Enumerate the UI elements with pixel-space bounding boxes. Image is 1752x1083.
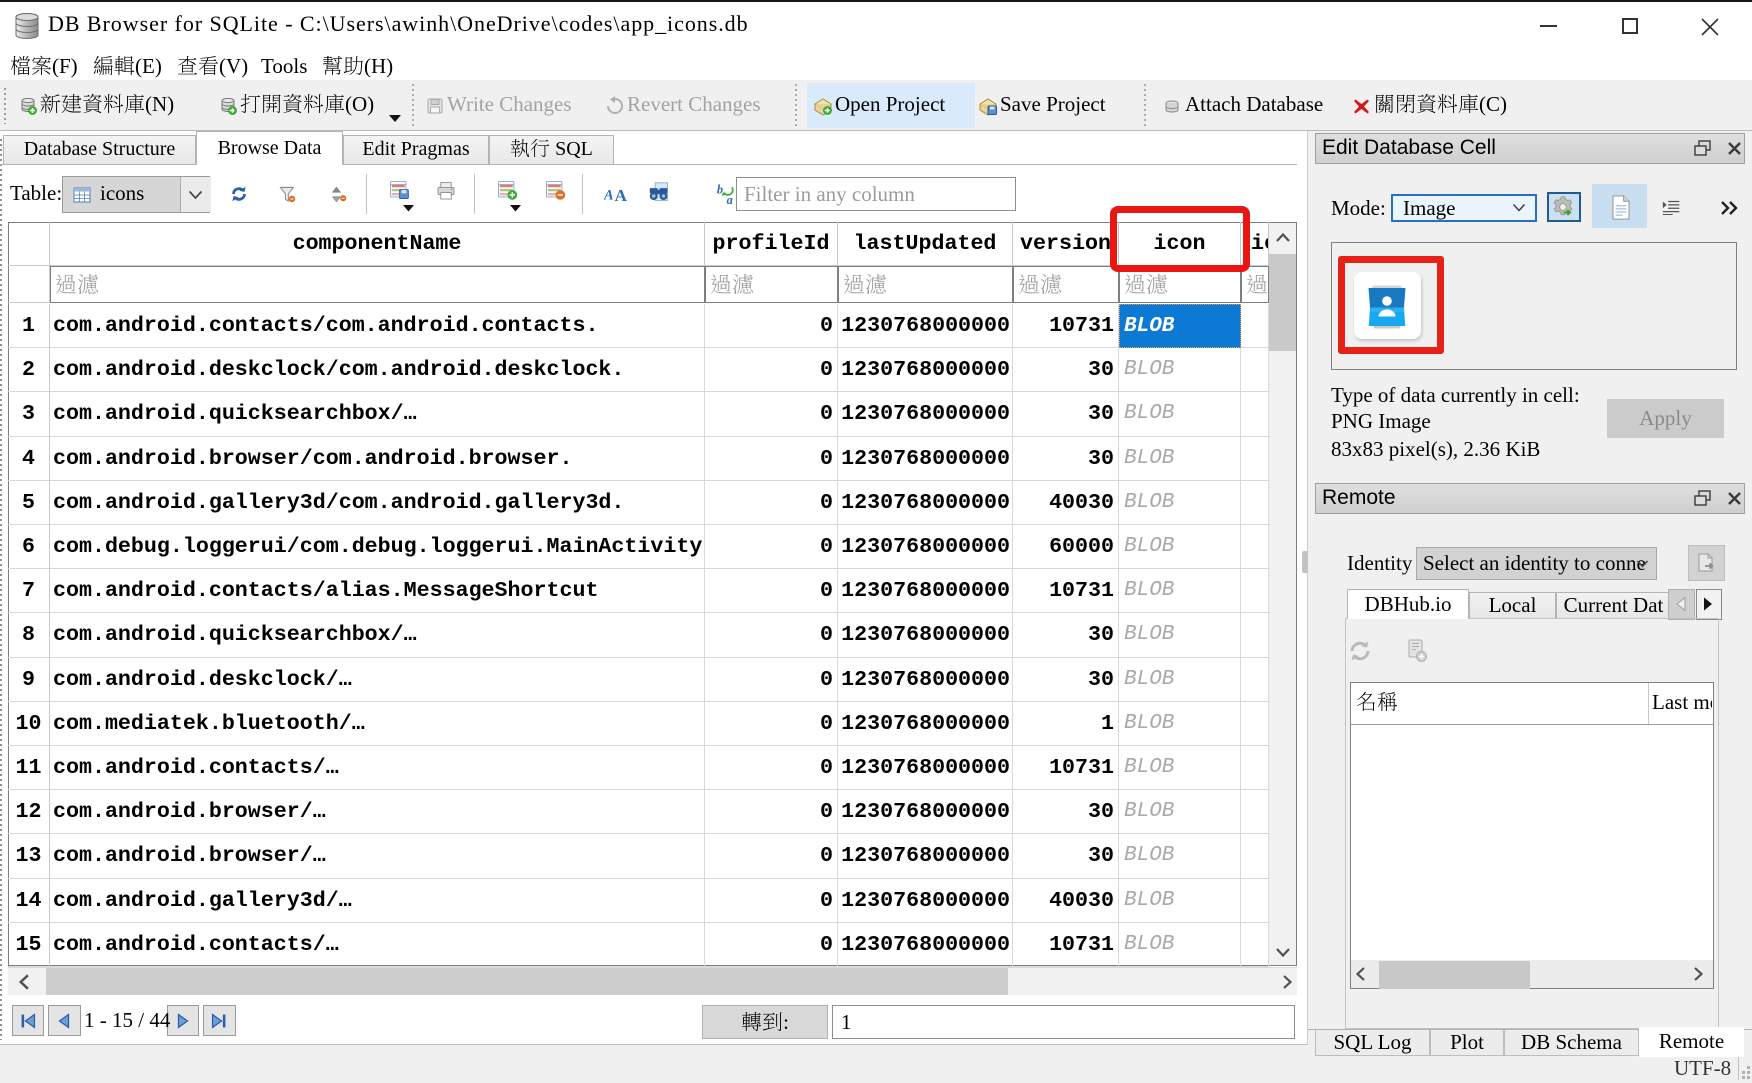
svg-text:A: A <box>604 187 614 203</box>
svg-text:b: b <box>717 183 723 197</box>
svg-text:A: A <box>615 186 627 205</box>
